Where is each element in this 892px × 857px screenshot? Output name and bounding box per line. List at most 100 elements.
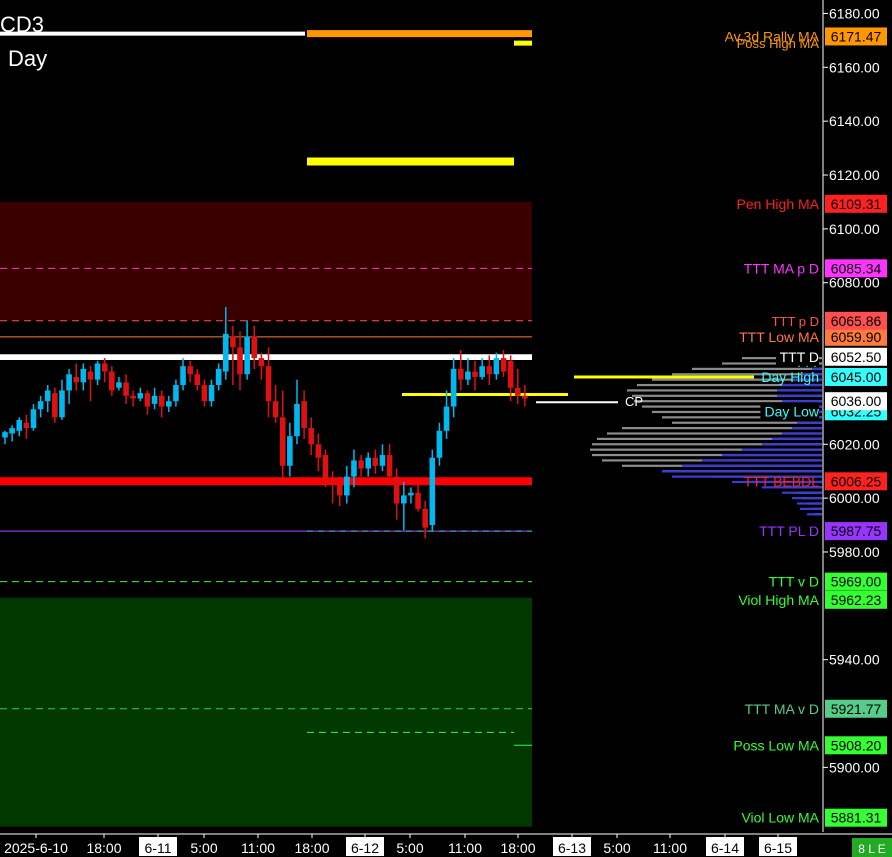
x-tick-label: 2025-6-10 (4, 840, 68, 856)
y-tick-label: 6160.00 (829, 59, 880, 75)
x-tick-label: 5:00 (190, 840, 217, 856)
profile-bar-blue (702, 459, 822, 462)
candle-body (287, 436, 293, 466)
candle-body (30, 409, 37, 429)
candle-body (500, 358, 507, 372)
x-tick-label: 18:00 (500, 840, 535, 856)
x-tick-label: 6-15 (764, 840, 792, 856)
profile-bar-blue (772, 437, 822, 440)
level-tag-value: 6006.25 (831, 473, 882, 489)
candle-body (73, 376, 80, 383)
level-tag-value: 6045.00 (831, 369, 882, 385)
profile-bar-blue (792, 497, 822, 500)
candle-body (173, 385, 179, 402)
candle-body (109, 371, 115, 391)
x-tick-label: 6-11 (145, 840, 172, 856)
candle-body (279, 417, 286, 466)
candle-body (237, 347, 243, 375)
x-tick-label: 18:00 (86, 840, 121, 856)
profile-bar-blue (662, 470, 822, 473)
level-tag-value: 5908.20 (831, 737, 882, 753)
level-label: TTT v D (769, 574, 819, 590)
x-tick-label: 6-14 (711, 840, 739, 856)
profile-bar-blue (777, 394, 822, 397)
x-tick-label: 6-13 (558, 840, 586, 856)
candle-body (336, 484, 343, 496)
y-tick-label: 6100.00 (829, 221, 880, 237)
candle-body (201, 385, 208, 402)
y-tick-label: 5900.00 (829, 759, 880, 775)
price-chart[interactable]: CP 6180.00 6160.00 6140.00 6120.00 6100.00 60… (0, 0, 892, 857)
level-label: TTT D (780, 349, 819, 365)
candle-body (329, 481, 336, 485)
candle-body (194, 374, 201, 386)
cp-label: CP (625, 394, 643, 409)
candle-body (322, 455, 329, 482)
x-tick-label: 18:00 (294, 840, 329, 856)
candle-body (358, 460, 364, 469)
x-tick-label: 11:00 (448, 840, 482, 856)
candle-body (479, 366, 485, 377)
candle-body (265, 366, 272, 402)
profile-bar-blue (762, 443, 822, 446)
candle-body (37, 401, 44, 410)
level-label: Pen High MA (737, 196, 820, 212)
candle-body (16, 420, 23, 431)
candle-body (165, 401, 172, 407)
profile-bar-blue (777, 389, 822, 392)
candle-body (472, 371, 478, 377)
profile-bar-blue (782, 432, 822, 435)
time-axis[interactable]: 2025-6-10 18:00 6-11 5:00 11:00 18:00 6-12 5:00… (0, 833, 892, 857)
level-label: TTT Low MA (739, 329, 820, 345)
candle-body (315, 444, 322, 458)
zones-layer (0, 201, 532, 827)
viol-zone (0, 597, 532, 827)
candle-body (215, 368, 222, 386)
candle-body (258, 358, 265, 367)
period-label: Day (8, 46, 48, 71)
candle-body (208, 385, 215, 402)
level-tag-value: 6085.34 (831, 260, 882, 276)
x-tick-label: 5:00 (603, 840, 630, 856)
x-tick-label: 5:00 (396, 840, 423, 856)
y-tick-label: 5940.00 (829, 652, 880, 668)
candle-body (144, 393, 151, 407)
candle-body (251, 336, 258, 359)
candle-body (44, 390, 51, 402)
candle-body (401, 495, 407, 504)
level-tag-value: 6052.50 (831, 349, 882, 365)
profile-bar-blue (722, 453, 822, 457)
level-label: TTT MA p D (744, 260, 819, 276)
level-label: Poss Low MA (733, 737, 819, 753)
candle-body (294, 403, 300, 437)
x-tick-label: 6-12 (351, 840, 379, 856)
indicator-badge: 8 L E (858, 842, 886, 856)
candle-body (230, 336, 236, 348)
candle-body (393, 476, 400, 504)
profile-bar-blue (807, 513, 822, 516)
candle-body (116, 382, 122, 388)
candle-body (443, 406, 450, 431)
candle-body (9, 428, 15, 434)
level-tag-value: 5969.00 (831, 574, 882, 590)
candle-body (429, 457, 436, 526)
level-tag-value: 6059.90 (831, 329, 882, 345)
profile-bar-blue (800, 507, 822, 510)
candle-body (408, 492, 414, 496)
profile-bar-blue (742, 448, 822, 451)
x-tick-label: 11:00 (653, 840, 687, 856)
y-tick-label: 6120.00 (829, 167, 880, 183)
profile-bar-blue (797, 421, 822, 424)
extra-tag-value: 6065.86 (831, 313, 882, 329)
candle-body (59, 390, 65, 418)
level-tag-value: 6171.47 (831, 28, 882, 44)
candle-body (351, 460, 357, 477)
candle-body (123, 382, 129, 396)
candle-body (308, 428, 315, 445)
candle-body (465, 371, 471, 380)
candle-body (180, 366, 186, 386)
candle-body (386, 455, 393, 477)
profile-bar-blue (682, 464, 822, 467)
candle-body (80, 368, 87, 383)
time-axis-bg (0, 834, 892, 857)
